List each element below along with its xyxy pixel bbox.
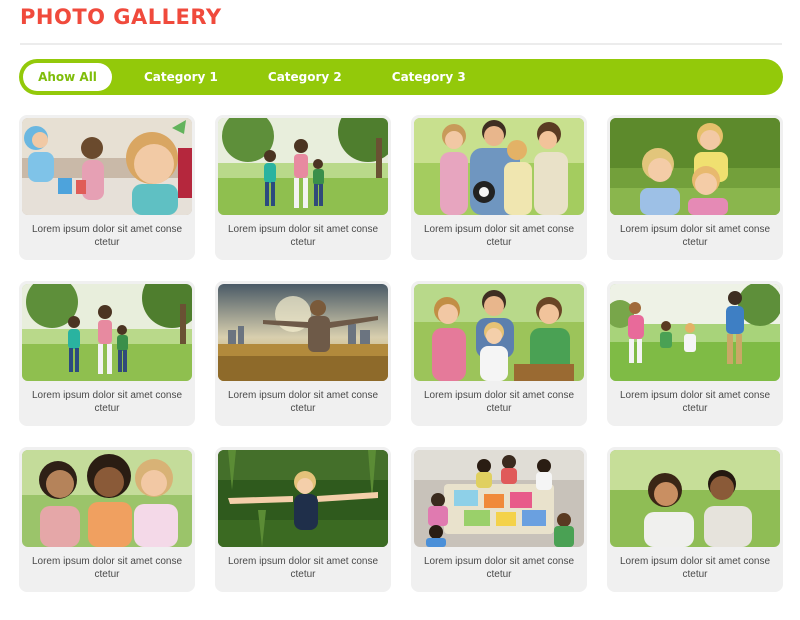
photo-caption: Lorem ipsum dolor sit amet conse ctetur <box>227 390 379 414</box>
gallery-photo[interactable] <box>218 450 388 547</box>
gallery-photo[interactable] <box>22 450 192 547</box>
photo-caption: Lorem ipsum dolor sit amet conse ctetur <box>31 390 183 414</box>
photo-caption: Lorem ipsum dolor sit amet conse ctetur <box>423 224 575 248</box>
gallery-photo[interactable] <box>610 118 780 215</box>
gallery-photo[interactable] <box>218 118 388 215</box>
photo-caption: Lorem ipsum dolor sit amet conse ctetur <box>619 224 771 248</box>
page-title: PHOTO GALLERY <box>20 5 222 29</box>
photo-caption: Lorem ipsum dolor sit amet conse ctetur <box>31 224 183 248</box>
category-tabbar: Ahow All Category 1 Category 2 Category … <box>19 59 783 95</box>
tab-show-all[interactable]: Ahow All <box>23 63 112 91</box>
gallery-photo[interactable] <box>22 118 192 215</box>
tab-category-2[interactable]: Category 2 <box>246 63 364 91</box>
gallery-card[interactable]: Lorem ipsum dolor sit amet conse ctetur <box>215 447 391 592</box>
gallery-card[interactable]: Lorem ipsum dolor sit amet conse ctetur <box>411 115 587 260</box>
gallery-photo[interactable] <box>414 118 584 215</box>
gallery-photo[interactable] <box>610 284 780 381</box>
photo-caption: Lorem ipsum dolor sit amet conse ctetur <box>423 556 575 580</box>
gallery-card[interactable]: Lorem ipsum dolor sit amet conse ctetur <box>19 281 195 426</box>
gallery-photo[interactable] <box>414 450 584 547</box>
tab-category-1[interactable]: Category 1 <box>122 63 240 91</box>
gallery-photo[interactable] <box>414 284 584 381</box>
photo-caption: Lorem ipsum dolor sit amet conse ctetur <box>227 556 379 580</box>
tab-category-3[interactable]: Category 3 <box>370 63 488 91</box>
photo-caption: Lorem ipsum dolor sit amet conse ctetur <box>619 556 771 580</box>
gallery-card[interactable]: Lorem ipsum dolor sit amet conse ctetur <box>411 447 587 592</box>
gallery-card[interactable]: Lorem ipsum dolor sit amet conse ctetur <box>411 281 587 426</box>
gallery-card[interactable]: Lorem ipsum dolor sit amet conse ctetur <box>215 115 391 260</box>
photo-caption: Lorem ipsum dolor sit amet conse ctetur <box>619 390 771 414</box>
title-divider <box>20 43 782 45</box>
gallery-card[interactable]: Lorem ipsum dolor sit amet conse ctetur <box>19 115 195 260</box>
gallery-card[interactable]: Lorem ipsum dolor sit amet conse ctetur <box>607 281 783 426</box>
gallery-photo[interactable] <box>22 284 192 381</box>
photo-caption: Lorem ipsum dolor sit amet conse ctetur <box>31 556 183 580</box>
photo-caption: Lorem ipsum dolor sit amet conse ctetur <box>423 390 575 414</box>
gallery-card[interactable]: Lorem ipsum dolor sit amet conse ctetur <box>19 447 195 592</box>
gallery-card[interactable]: Lorem ipsum dolor sit amet conse ctetur <box>607 115 783 260</box>
photo-caption: Lorem ipsum dolor sit amet conse ctetur <box>227 224 379 248</box>
gallery-photo[interactable] <box>218 284 388 381</box>
gallery-card[interactable]: Lorem ipsum dolor sit amet conse ctetur <box>607 447 783 592</box>
gallery-card[interactable]: Lorem ipsum dolor sit amet conse ctetur <box>215 281 391 426</box>
photo-grid: Lorem ipsum dolor sit amet conse ctetur … <box>19 115 783 592</box>
gallery-photo[interactable] <box>610 450 780 547</box>
